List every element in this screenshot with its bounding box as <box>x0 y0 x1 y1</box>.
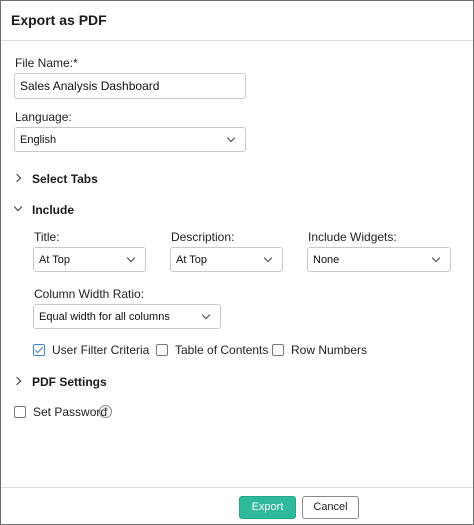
dialog-title: Export as PDF <box>11 12 107 28</box>
export-pdf-dialog: Export as PDF File Name:* Sales Analysis… <box>0 0 474 525</box>
include-widgets-select[interactable]: None <box>307 247 451 272</box>
set-password-label: Set Password <box>33 405 108 419</box>
title-position-value: At Top <box>39 253 70 266</box>
column-width-ratio-value: Equal width for all columns <box>39 310 170 323</box>
column-width-ratio-label: Column Width Ratio: <box>34 287 145 301</box>
chevron-down-icon <box>126 253 136 262</box>
user-filter-criteria-label: User Filter Criteria <box>52 343 150 357</box>
chevron-down-icon <box>201 310 211 319</box>
include-heading: Include <box>32 203 75 217</box>
chevron-down-icon <box>226 133 236 142</box>
chevron-down-icon <box>263 253 273 262</box>
column-width-ratio-select[interactable]: Equal width for all columns <box>33 304 221 329</box>
select-tabs-heading: Select Tabs <box>32 172 98 186</box>
user-filter-criteria-checkbox[interactable] <box>33 344 45 356</box>
cancel-button[interactable]: Cancel <box>302 496 359 519</box>
description-position-select[interactable]: At Top <box>170 247 283 272</box>
dialog-footer: Export Cancel <box>1 487 473 524</box>
title-position-select[interactable]: At Top <box>33 247 146 272</box>
file-name-label: File Name:* <box>15 56 78 70</box>
row-numbers-checkbox[interactable] <box>272 344 284 356</box>
language-selected-value: English <box>20 133 57 146</box>
chevron-down-icon <box>13 202 23 212</box>
table-of-contents-checkbox[interactable] <box>156 344 168 356</box>
description-position-value: At Top <box>176 253 207 266</box>
row-numbers-label: Row Numbers <box>291 343 368 357</box>
chevron-down-icon <box>431 253 441 262</box>
include-widgets-value: None <box>313 253 340 266</box>
set-password-checkbox[interactable] <box>14 406 26 418</box>
dialog-header: Export as PDF <box>1 1 473 41</box>
chevron-right-icon <box>12 173 22 183</box>
file-name-value: Sales Analysis Dashboard <box>20 79 160 93</box>
pdf-settings-heading: PDF Settings <box>32 375 107 389</box>
title-option-label: Title: <box>34 230 60 244</box>
description-option-label: Description: <box>171 230 235 244</box>
file-name-input[interactable]: Sales Analysis Dashboard <box>14 73 246 99</box>
include-widgets-label: Include Widgets: <box>308 230 397 244</box>
table-of-contents-label: Table of Contents <box>175 343 269 357</box>
language-select[interactable]: English <box>14 127 246 152</box>
export-button[interactable]: Export <box>239 496 296 519</box>
language-label: Language: <box>15 110 72 124</box>
chevron-right-icon <box>12 376 22 386</box>
help-icon[interactable]: ? <box>99 405 112 418</box>
